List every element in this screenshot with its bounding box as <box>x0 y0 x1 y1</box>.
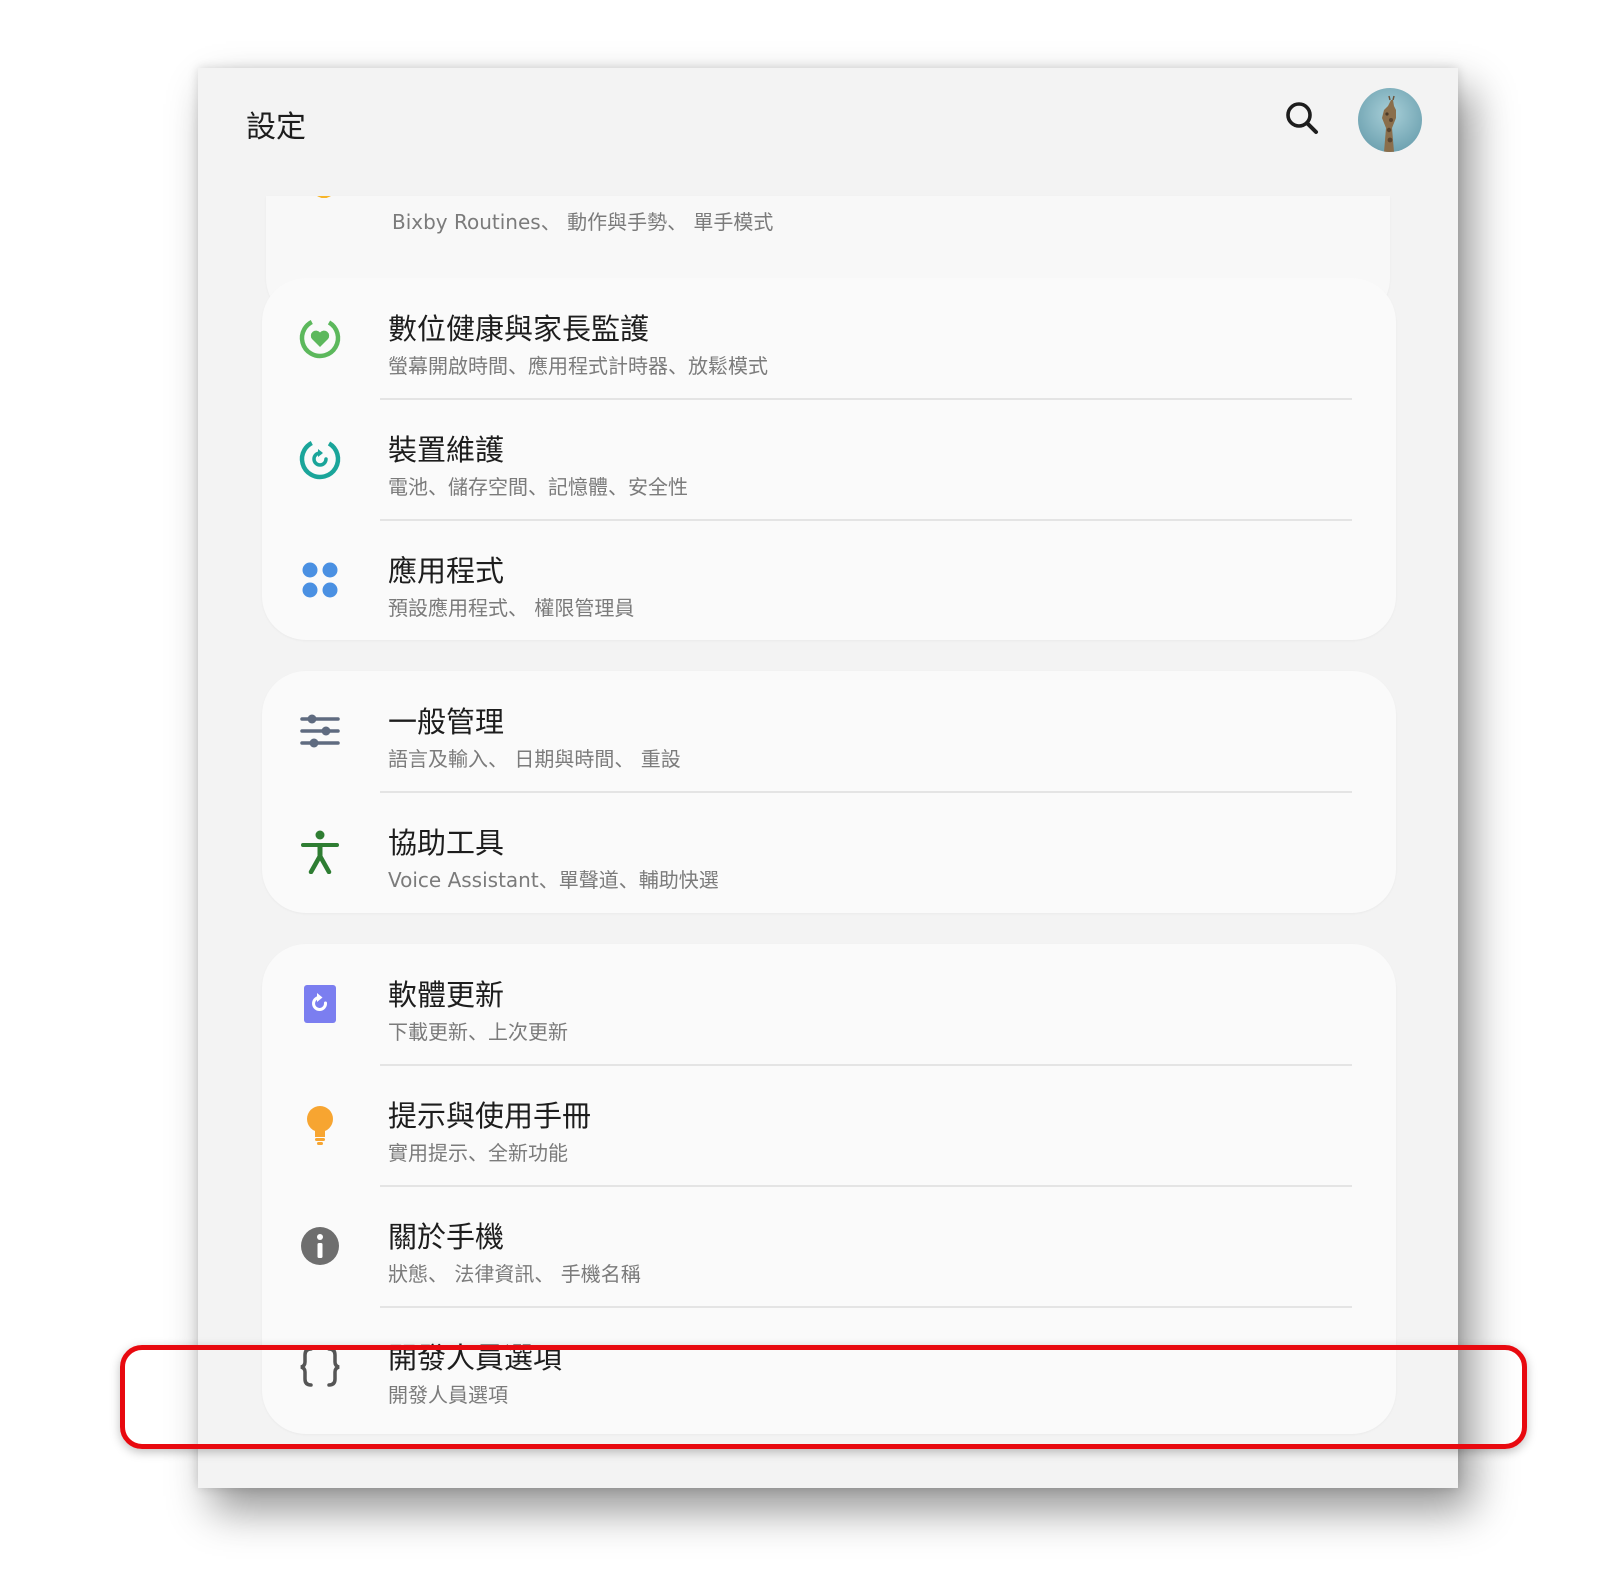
device-care-icon <box>299 438 341 480</box>
settings-item-title: 協助工具 <box>388 826 505 860</box>
settings-item-device-care[interactable]: 裝置維護 電池、儲存空間、記憶體、安全性 <box>262 399 1396 523</box>
settings-group-3: 軟體更新 下載更新、上次更新 提示與使用手冊 實用提示、全新功能 關於手機 狀態… <box>262 944 1396 1434</box>
settings-screen: 設定 Bixby Routines、 動作與手勢、 單手模式 數位健康與家長監護… <box>198 68 1458 1488</box>
settings-item-subtitle: 電池、儲存空間、記憶體、安全性 <box>388 475 688 499</box>
developer-braces-icon <box>300 1347 340 1387</box>
tips-bulb-icon <box>307 1106 333 1145</box>
settings-item-title: 軟體更新 <box>388 978 505 1012</box>
settings-item-title: 提示與使用手冊 <box>388 1099 592 1133</box>
settings-group-1: 數位健康與家長監護 螢幕開啟時間、應用程式計時器、放鬆模式 裝置維護 電池、儲存… <box>262 278 1396 640</box>
top-app-bar: 設定 <box>198 68 1458 188</box>
settings-item-about-phone[interactable]: 關於手機 狀態、 法律資訊、 手機名稱 <box>262 1186 1396 1310</box>
search-icon <box>1286 102 1318 134</box>
settings-item-title: 應用程式 <box>388 554 505 588</box>
settings-item-subtitle: 實用提示、全新功能 <box>388 1141 568 1165</box>
settings-item-subtitle: Voice Assistant、單聲道、輔助快選 <box>388 868 719 892</box>
settings-item-subtitle: 語言及輸入、 日期與時間、 重設 <box>388 747 681 771</box>
settings-item-subtitle: Bixby Routines、 動作與手勢、 單手模式 <box>392 210 774 234</box>
settings-item-apps[interactable]: 應用程式 預設應用程式、 權限管理員 <box>262 520 1396 640</box>
settings-item-advanced-features[interactable]: Bixby Routines、 動作與手勢、 單手模式 <box>266 196 1390 290</box>
settings-item-subtitle: 下載更新、上次更新 <box>388 1020 568 1044</box>
settings-item-subtitle: 開發人員選項 <box>388 1383 508 1407</box>
search-button[interactable] <box>1282 98 1322 138</box>
settings-item-subtitle: 螢幕開啟時間、應用程式計時器、放鬆模式 <box>388 354 768 378</box>
settings-item-subtitle: 狀態、 法律資訊、 手機名稱 <box>388 1262 641 1286</box>
settings-item-title: 開發人員選項 <box>388 1341 563 1375</box>
settings-item-tips[interactable]: 提示與使用手冊 實用提示、全新功能 <box>262 1065 1396 1189</box>
settings-item-software-update[interactable]: 軟體更新 下載更新、上次更新 <box>262 944 1396 1068</box>
settings-item-accessibility[interactable]: 協助工具 Voice Assistant、單聲道、輔助快選 <box>262 792 1396 913</box>
apps-icon <box>302 562 338 598</box>
settings-item-developer-options[interactable]: 開發人員選項 開發人員選項 <box>262 1307 1396 1431</box>
info-icon <box>301 1227 339 1265</box>
settings-item-title: 關於手機 <box>388 1220 505 1254</box>
settings-item-title: 數位健康與家長監護 <box>388 312 650 346</box>
software-update-icon <box>304 985 336 1023</box>
avatar[interactable] <box>1358 88 1422 152</box>
giraffe-avatar-icon <box>1358 88 1422 152</box>
settings-item-subtitle: 預設應用程式、 權限管理員 <box>388 596 635 620</box>
digital-wellbeing-icon <box>299 317 341 359</box>
general-management-icon <box>300 714 340 748</box>
settings-item-general-management[interactable]: 一般管理 語言及輸入、 日期與時間、 重設 <box>262 671 1396 795</box>
settings-item-title: 一般管理 <box>388 705 505 739</box>
accessibility-icon <box>301 830 339 874</box>
settings-item-digital-wellbeing[interactable]: 數位健康與家長監護 螢幕開啟時間、應用程式計時器、放鬆模式 <box>262 278 1396 402</box>
settings-item-title: 裝置維護 <box>388 433 505 467</box>
settings-group-2: 一般管理 語言及輸入、 日期與時間、 重設 協助工具 Voice Assista… <box>262 671 1396 913</box>
advanced-features-icon <box>317 196 331 198</box>
page-title: 設定 <box>246 110 306 145</box>
